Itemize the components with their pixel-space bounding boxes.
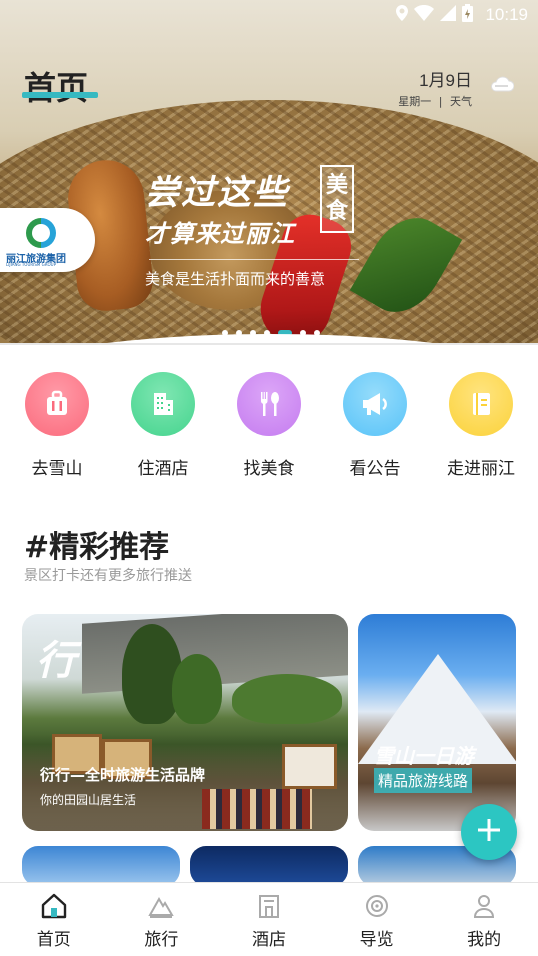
page-title: 首页	[24, 69, 89, 107]
nav-travel[interactable]: 旅行	[116, 893, 206, 950]
nav-label: 首页	[36, 930, 71, 950]
banner-subtitle: 美食是生活扑面而来的善意	[145, 270, 326, 288]
title-underline	[22, 92, 98, 98]
banner-badge-char: 美	[325, 172, 348, 198]
hero-banner[interactable]: 10:19 首页 1月9日 星期一 | 天气 尝过这些 才算来过丽江 美食是生活…	[0, 0, 538, 345]
fork-spoon-icon	[237, 372, 301, 436]
building-icon	[131, 372, 195, 436]
compass-icon	[363, 893, 391, 923]
megaphone-icon	[343, 372, 407, 436]
banner-badge: 美 食	[320, 165, 354, 233]
brand-logo[interactable]: 丽江旅游集团 LIJIANG TOURISM GROUP	[0, 208, 95, 272]
nav-label: 旅行	[144, 930, 179, 950]
shortcut-lijiang[interactable]: 走进丽江	[431, 372, 531, 479]
card-brush-char: 行	[36, 638, 76, 684]
card-tag: 精品旅游线路	[374, 768, 473, 793]
recommend-card[interactable]	[190, 846, 348, 886]
shortcut-label: 去雪山	[31, 459, 83, 479]
date-weather: 1月9日 星期一 | 天气	[398, 66, 472, 109]
nav-hotel[interactable]: 酒店	[224, 893, 314, 950]
luggage-icon	[25, 372, 89, 436]
shortcut-label: 住酒店	[137, 459, 189, 479]
shortcut-label: 走进丽江	[447, 459, 515, 479]
recommend-card[interactable]	[22, 846, 180, 886]
battery-icon	[462, 4, 474, 26]
shortcut-food[interactable]: 找美食	[219, 372, 319, 479]
shortcut-label: 找美食	[243, 459, 295, 479]
recommend-card[interactable]: 雪山一日游 精品旅游线路	[358, 614, 516, 831]
weekday-text: 星期一	[398, 95, 432, 108]
banner-divider	[149, 259, 359, 260]
home-icon	[40, 893, 68, 923]
bottom-nav: 首页 旅行 酒店 导览 我的	[0, 882, 538, 956]
shortcut-hotel[interactable]: 住酒店	[113, 372, 213, 479]
nav-home[interactable]: 首页	[9, 893, 99, 950]
section-title: #精彩推荐	[24, 530, 170, 565]
card-title: 雪山一日游	[374, 744, 474, 768]
signal-icon	[440, 5, 457, 25]
add-button[interactable]	[461, 804, 517, 860]
shortcut-label: 看公告	[349, 459, 401, 479]
shortcut-announcement[interactable]: 看公告	[325, 372, 425, 479]
wifi-icon	[414, 5, 435, 25]
section-subtitle: 景区打卡还有更多旅行推送	[24, 568, 192, 584]
nav-label: 导览	[359, 930, 394, 950]
person-icon	[470, 893, 498, 923]
shortcut-grid: 去雪山 住酒店 找美食 看公告 走进丽江	[0, 372, 538, 479]
nav-label: 我的	[467, 930, 502, 950]
weather-text: 天气	[450, 95, 472, 108]
date-separator: |	[438, 95, 443, 108]
divider	[0, 343, 538, 345]
status-bar: 10:19	[0, 0, 538, 30]
location-icon	[396, 5, 409, 25]
mountain-icon	[147, 893, 175, 923]
nav-guide[interactable]: 导览	[332, 893, 422, 950]
plus-icon	[476, 817, 502, 847]
status-time: 10:19	[485, 5, 528, 24]
nav-label: 酒店	[251, 930, 286, 950]
recommend-card[interactable]: 行 衍行—全时旅游生活品牌 你的田园山居生活	[22, 614, 348, 831]
nav-profile[interactable]: 我的	[439, 893, 529, 950]
hotel-icon	[255, 893, 283, 923]
shortcut-snow-mountain[interactable]: 去雪山	[7, 372, 107, 479]
brand-logo-en: LIJIANG TOURISM GROUP	[6, 262, 56, 267]
card-title: 衍行—全时旅游生活品牌	[40, 766, 206, 784]
card-subtitle: 你的田园山居生活	[40, 793, 137, 807]
date-text: 1月9日	[419, 71, 472, 90]
cloud-icon[interactable]	[490, 74, 515, 96]
book-icon	[449, 372, 513, 436]
banner-badge-char: 食	[325, 199, 348, 224]
